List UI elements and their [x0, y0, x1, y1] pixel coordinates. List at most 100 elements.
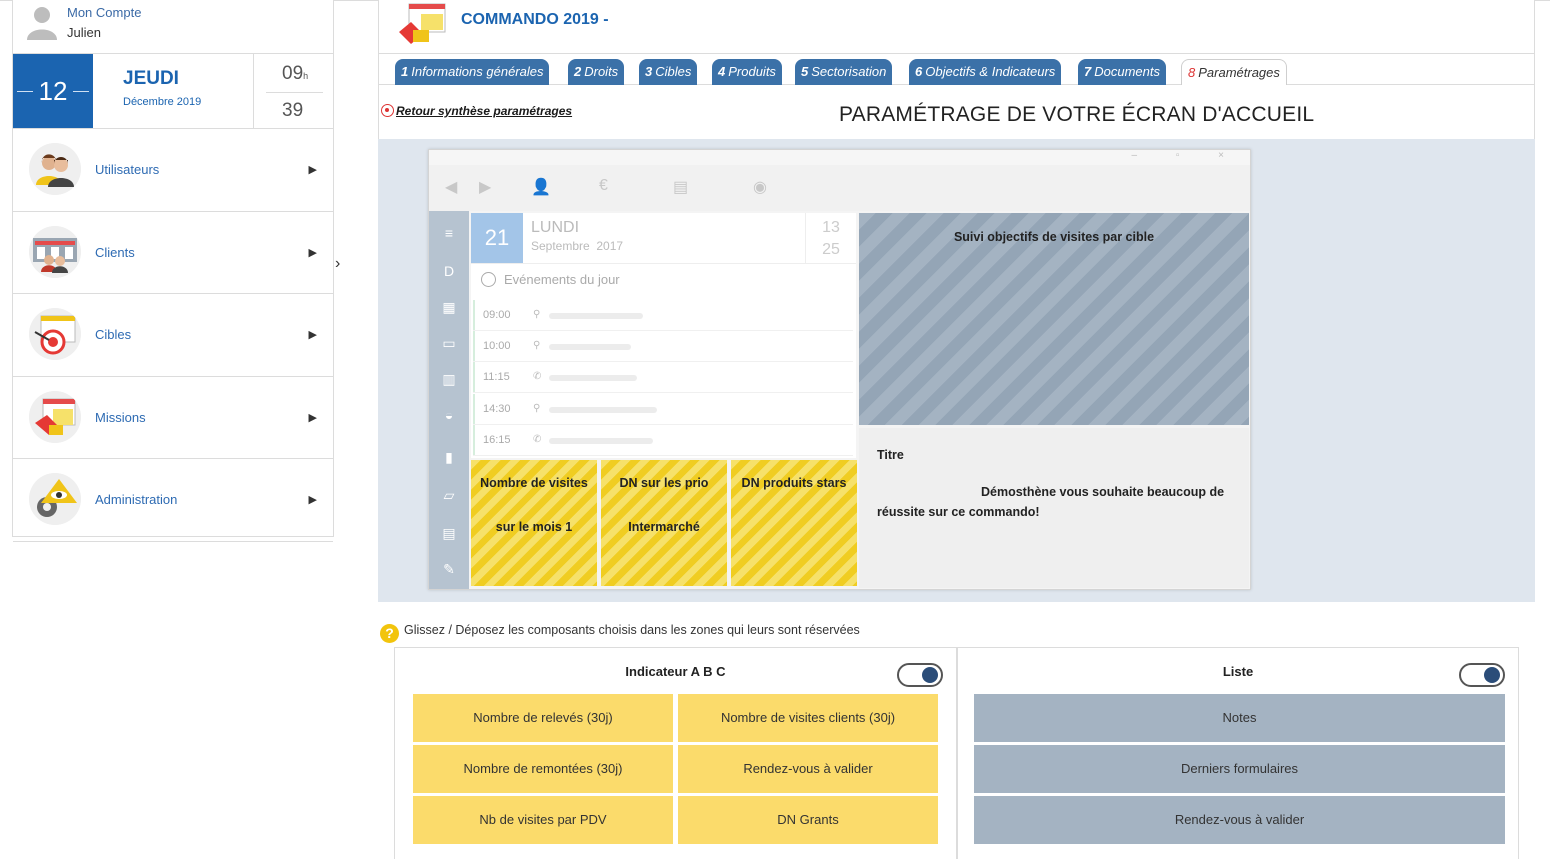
indicator-panel: Indicateur A B C Nombre de relevés (30j)… — [394, 647, 957, 859]
list-toggle[interactable] — [1459, 663, 1505, 687]
clock-hours: 09h — [282, 63, 309, 84]
person-icon: ⚲ — [533, 340, 541, 351]
sidebar-item-administration[interactable]: Administration ▶ — [13, 459, 333, 542]
tab-bar: 1 Informations générales 2 Droits 3 Cibles … — [378, 54, 1535, 85]
list-item[interactable]: Notes — [974, 694, 1505, 742]
person-icon: ⚲ — [533, 403, 541, 414]
menu-icon: ≡ — [444, 225, 454, 241]
events-header: Evénements du jour — [481, 272, 620, 287]
indicator-toggle[interactable] — [897, 663, 943, 687]
preview-side-nav: ≡ D ▦ ▭ ▥ ◒ ▮ ▱ ▤ ✎ — [429, 211, 469, 589]
wrench-icon: ✎ — [443, 561, 455, 577]
indicator-item[interactable]: Nb de visites par PDV — [413, 796, 673, 844]
message-tile[interactable]: Titre Démosthène vous souhaite beaucoup … — [859, 428, 1249, 588]
chevron-right-icon: ▶ — [308, 411, 317, 424]
chevron-right-icon: ▶ — [308, 329, 317, 341]
window-controls: – ▫ × — [1131, 150, 1242, 161]
sidebar-item-clients[interactable]: Clients ▶ — [13, 212, 333, 294]
preview-date: 21 LUNDI Septembre 2017 13 25 — [471, 213, 856, 263]
indicator-item[interactable]: Nombre de visites clients (30j) — [678, 694, 938, 742]
event-row: 14:30 ⚲ — [473, 394, 853, 425]
date-widget: 12 JEUDI Décembre 2019 09h 39 — [13, 54, 333, 129]
event-row: 16:15 ✆ — [473, 425, 853, 456]
main-header: COMMANDO 2019 - — [378, 0, 1535, 54]
preview-day-number: 21 — [471, 213, 523, 263]
admin-icon — [29, 473, 81, 525]
collapse-sidebar-icon[interactable]: › — [335, 255, 347, 273]
message-body: Démosthène vous souhaite beaucoup de réu… — [877, 485, 1225, 519]
account-label[interactable]: Mon Compte — [67, 5, 141, 20]
preview-toolbar: ◀ ▶ 👤 € ▤ ◉ — [429, 165, 1250, 211]
calendar-icon: ▦ — [442, 299, 456, 315]
chevron-right-icon: ▶ — [308, 164, 317, 176]
barcode-icon: ▤ — [673, 179, 689, 196]
home-screen-preview: – ▫ × ◀ ▶ 👤 € ▤ ◉ ≡ D ▦ ▭ ▥ ◒ ▮ ▱ ▤ ✎ 21… — [428, 149, 1251, 590]
stats-icon: ▮ — [445, 449, 453, 465]
clients-icon — [29, 225, 81, 278]
back-circle-icon — [381, 104, 394, 117]
folder-icon: ▱ — [443, 487, 455, 503]
account-block[interactable]: Mon Compte Julien — [13, 0, 333, 54]
phone-icon: ✆ — [533, 434, 542, 445]
event-row: 11:15 ✆ — [473, 362, 853, 393]
person-icon: ⚲ — [533, 309, 541, 320]
event-row: 10:00 ⚲ — [473, 331, 853, 362]
sidebar-item-label: Cibles — [95, 327, 132, 342]
clock-minutes: 39 — [282, 100, 304, 121]
list-item[interactable]: Rendez-vous à valider — [974, 796, 1505, 844]
tab-produits[interactable]: 4 Produits — [712, 59, 782, 85]
tab-sectorisation[interactable]: 5 Sectorisation — [795, 59, 893, 85]
users-icon — [29, 143, 81, 195]
message-title: Titre — [877, 448, 904, 462]
chart-tile[interactable]: Suivi objectifs de visites par cible — [859, 213, 1249, 425]
indicator-tile[interactable]: DN sur les prio Intermarché — [601, 460, 727, 586]
day-name: JEUDI — [123, 68, 179, 89]
list-item[interactable]: Derniers formulaires — [974, 745, 1505, 793]
preview-day-name: LUNDI — [531, 219, 580, 236]
tab-informations-generales[interactable]: 1 Informations générales — [395, 59, 550, 85]
account-user: Julien — [67, 25, 101, 40]
list-panel: Liste Notes Derniers formulaires Rendez-… — [957, 647, 1519, 859]
indicator-tile[interactable]: DN produits stars — [731, 460, 857, 586]
sidebar-item-label: Missions — [95, 409, 146, 425]
tab-documents[interactable]: 7 Documents — [1078, 59, 1166, 85]
chevron-right-icon: ▶ — [308, 246, 317, 259]
commando-icon — [399, 3, 446, 44]
indicator-item[interactable]: Nombre de relevés (30j) — [413, 694, 673, 742]
subheader: Retour synthèse paramétrages PARAMÉTRAGE… — [378, 85, 1535, 139]
help-icon: ? — [380, 624, 399, 643]
target-icon — [29, 308, 81, 360]
missions-icon — [29, 390, 81, 443]
indicator-tile[interactable]: Nombre de visites sur le mois 1 — [471, 460, 597, 586]
tab-droits[interactable]: 2 Droits — [568, 59, 625, 85]
avatar-icon — [27, 7, 57, 40]
drag-drop-hint: ? Glissez / Déposez les composants choisi… — [380, 623, 860, 643]
tab-objectifs-indicateurs[interactable]: 6 Objectifs & Indicateurs — [909, 59, 1062, 85]
indicator-item[interactable]: Nombre de remontées (30j) — [413, 745, 673, 793]
tab-cibles[interactable]: 3 Cibles — [639, 59, 698, 85]
page-header-title: COMMANDO 2019 - — [461, 11, 609, 28]
back-to-summary-link[interactable]: Retour synthèse paramétrages — [381, 104, 572, 118]
list-panel-title: Liste — [1222, 664, 1254, 679]
sidebar-item-label: Clients — [95, 244, 135, 260]
sidebar-item-missions[interactable]: Missions ▶ — [13, 377, 333, 459]
chevron-right-icon: ▶ — [308, 494, 317, 506]
indicator-item[interactable]: DN Grants — [678, 796, 938, 844]
preview-clock: 13 25 — [805, 213, 856, 263]
back-circle-icon: ◀ — [445, 179, 458, 196]
sidebar-item-cibles[interactable]: Cibles ▶ — [13, 294, 333, 377]
camera-icon: ◉ — [753, 179, 767, 196]
contact-card-icon: ▭ — [442, 335, 456, 351]
indicator-panel-title: Indicateur A B C — [625, 664, 726, 679]
indicator-item[interactable]: Rendez-vous à valider — [678, 745, 938, 793]
agenda-user-icon: 👤 — [531, 179, 551, 196]
tab-parametrages[interactable]: 8 Paramétrages — [1181, 59, 1287, 85]
sidebar-item-label: Utilisateurs — [95, 162, 160, 177]
month-year: Décembre 2019 — [123, 96, 202, 108]
document-icon: ▤ — [442, 525, 456, 541]
sidebar: Mon Compte Julien 12 JEUDI Décembre 2019… — [12, 0, 334, 542]
sidebar-item-utilisateurs[interactable]: Utilisateurs ▶ — [13, 129, 333, 212]
preview-month: Septembre 2017 — [531, 239, 624, 253]
play-circle-icon: ▶ — [479, 179, 492, 196]
book-icon: ▥ — [442, 371, 456, 387]
